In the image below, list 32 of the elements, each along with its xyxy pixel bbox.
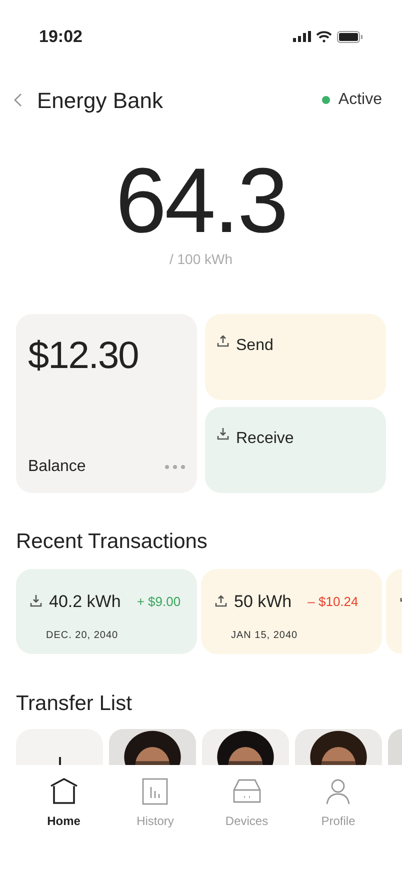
download-icon bbox=[29, 594, 43, 608]
balance-amount: $12.30 bbox=[28, 334, 140, 378]
transaction-energy: 40.2 kWh bbox=[49, 590, 121, 612]
wifi-icon bbox=[316, 30, 332, 42]
status-time: 19:02 bbox=[39, 26, 82, 48]
home-icon bbox=[48, 777, 79, 807]
receive-button[interactable]: Receive bbox=[205, 407, 386, 493]
status-label: Active bbox=[338, 90, 382, 110]
balance-label: Balance bbox=[28, 457, 86, 477]
upload-icon bbox=[216, 334, 230, 348]
back-button[interactable] bbox=[13, 92, 23, 108]
send-button[interactable]: Send bbox=[205, 314, 386, 400]
tab-bar-item[interactable]: Home bbox=[28, 777, 99, 830]
download-icon bbox=[216, 427, 230, 441]
energy-value: 64.3 bbox=[115, 155, 287, 247]
battery-icon bbox=[337, 30, 363, 42]
section-title: Transfer List bbox=[15, 690, 133, 716]
page-title: Energy Bank bbox=[37, 86, 163, 115]
transaction-card[interactable]: 40.2 kWh + $9.00 DEC. 20, 2040 bbox=[16, 568, 197, 654]
more-icon[interactable] bbox=[165, 465, 185, 469]
signal-icon bbox=[293, 31, 311, 42]
transaction-energy: 50 kWh bbox=[234, 590, 292, 612]
upload-icon bbox=[214, 594, 228, 608]
chart-icon bbox=[140, 777, 170, 807]
transaction-date: JAN 15, 2040 bbox=[231, 629, 299, 643]
energy-capacity: / 100 kWh bbox=[169, 250, 233, 269]
transaction-amount: – $10.24 bbox=[308, 592, 358, 610]
section-title: Recent Transactions bbox=[15, 529, 208, 555]
transaction-amount: + $9.00 bbox=[136, 592, 181, 610]
back-icon bbox=[13, 92, 23, 108]
transaction-date: DEC. 20, 2040 bbox=[46, 629, 120, 643]
transaction-card[interactable]: 50 kWh – $10.24 JAN 15, 2040 bbox=[201, 568, 382, 654]
